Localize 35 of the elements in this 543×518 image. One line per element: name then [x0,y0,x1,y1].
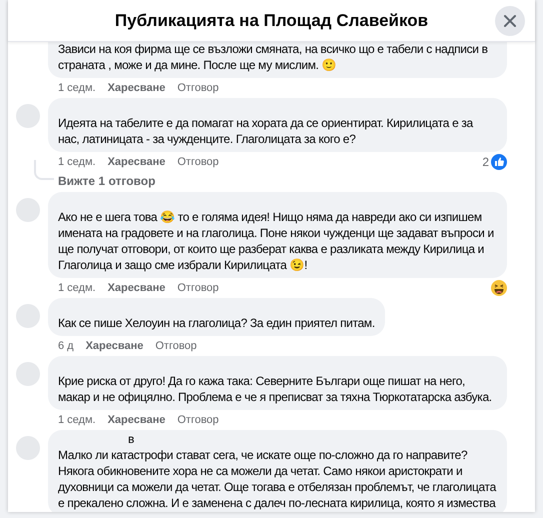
avatar [16,198,40,222]
reaction-count: 2 [482,154,489,171]
like-icon [491,154,507,170]
comment-text: Зависи на коя фирма ще се възложи смяната, на всичко що е табели с надписи в страната , може и да мине. После ще му мислим. 🙂 [58,42,489,73]
comment-text: Крие риска от друго! Да го кажа така: Северните Българи още пишат на него, макар и не офицялно. Проблема е че я преписват за тяхна Тюркотатарска азбука. [58,373,493,405]
like-link[interactable]: Харесване [108,80,166,96]
reply-link[interactable]: Отговор [155,338,197,354]
avatar [16,304,40,328]
thread-line [34,160,54,180]
comment-time[interactable]: 6 д [58,338,74,354]
dialog-title: Публикацията на Площад Славейков [114,10,428,32]
like-link[interactable]: Харесване [108,280,166,296]
comment-time[interactable]: 1 седм. [58,280,96,296]
comment-text: Ако не е шега това 😂 то е голяма идея! Нищо няма да навреди ако си изпишем имената на градовете и на глаголица. Поне някои чужденци ще задават въпроси и ще получат отговори, от които ще разберат каква е разликата между Кирилица и Глаголица и защо сме избрали Кирилицата 😉! [58,209,495,273]
reply-link[interactable]: Отговор [177,154,219,170]
comment-time[interactable]: 1 седм. [58,154,96,170]
laughing-emoji-icon [491,280,507,296]
like-link[interactable]: Харесване [108,412,166,428]
close-icon [503,14,517,28]
comment-time[interactable]: 1 седм. [58,80,96,96]
reply-link[interactable]: Отговор [177,80,219,96]
comment-text: Как се пише Хелоуин на глаголица? За един приятел питам. [58,315,375,331]
comment-text: Малко ли катастрофи стават сега, че искате още по-сложно да го направите? Някога обикновените хора не са можели да четат. Само някои аристократи и духовници са можели да четат. Още тогава е отбелязан проблемът, че глаголицата е прекалено сложна. И е заменена с далеч по-лесната кирилица, която я измества [58,447,497,511]
avatar [16,362,40,386]
avatar [16,436,40,460]
like-link[interactable]: Харесване [86,338,144,354]
view-replies-link[interactable]: Вижте 1 отговор [58,174,156,188]
comment-time[interactable]: 1 седм. [58,412,96,428]
reply-link[interactable]: Отговор [177,280,219,296]
comment-author[interactable]: в [128,431,134,447]
like-link[interactable]: Харесване [108,154,166,170]
comment-text: Идеята на табелите е да помагат на хората да се ориентират. Кирилицата е за нас, латиницата - за чужденците. Глаголицата за кого е? [58,115,474,147]
avatar [16,104,40,128]
reply-link[interactable]: Отговор [177,412,219,428]
close-button[interactable] [495,6,525,36]
